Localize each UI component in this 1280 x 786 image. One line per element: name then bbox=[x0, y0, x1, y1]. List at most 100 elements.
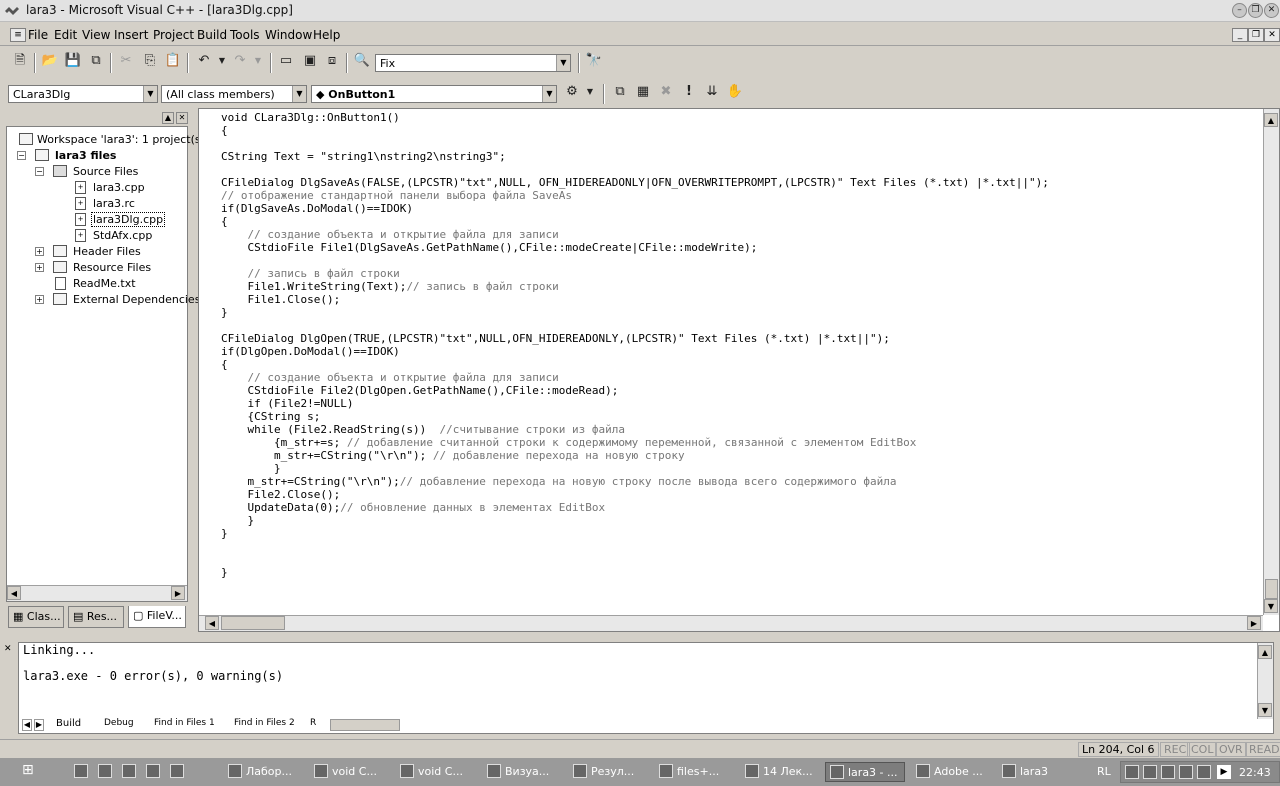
class-combo[interactable]: CLara3Dlg ▼ bbox=[8, 85, 158, 103]
play-icon[interactable]: ▶ bbox=[1217, 765, 1231, 779]
scroll-up-icon[interactable]: ▲ bbox=[1258, 645, 1272, 659]
search-icon[interactable]: 🔭 bbox=[584, 51, 604, 71]
chevron-down-icon[interactable]: ▼ bbox=[292, 86, 306, 102]
close-icon[interactable]: ✕ bbox=[1264, 3, 1279, 18]
expand-icon[interactable]: + bbox=[35, 295, 44, 304]
taskbar-item[interactable]: Лабор... bbox=[224, 762, 306, 782]
tray-icon[interactable] bbox=[1143, 765, 1157, 779]
scroll-down-icon[interactable]: ▼ bbox=[1258, 703, 1272, 717]
scroll-thumb[interactable] bbox=[221, 616, 285, 630]
tree-file[interactable]: + StdAfx.cpp bbox=[7, 228, 187, 244]
workspace-toggle-icon[interactable]: ▭ bbox=[276, 51, 296, 71]
member-combo[interactable]: ◆ OnButton1 ▼ bbox=[311, 85, 557, 103]
tray-icon[interactable] bbox=[1179, 765, 1193, 779]
language-indicator[interactable]: RL bbox=[1097, 765, 1111, 778]
quicklaunch-icon[interactable] bbox=[170, 764, 184, 778]
expand-icon[interactable]: + bbox=[35, 263, 44, 272]
tab-find-in-files-2[interactable]: Find in Files 2 bbox=[228, 718, 301, 732]
stop-build-icon[interactable]: ✖ bbox=[656, 82, 676, 102]
taskbar-item[interactable]: Adobe ... bbox=[912, 762, 994, 782]
tree-resource-files[interactable]: + Resource Files bbox=[7, 260, 187, 276]
wizard-action-icon[interactable]: ⚙ bbox=[562, 82, 582, 102]
code-editor[interactable]: void CLara3Dlg::OnButton1() { CString Te… bbox=[198, 108, 1280, 632]
menu-help[interactable]: Help bbox=[313, 28, 340, 42]
go-icon[interactable]: ⇊ bbox=[702, 82, 722, 102]
tree-file[interactable]: + lara3.cpp bbox=[7, 180, 187, 196]
taskbar-item[interactable]: lara3 bbox=[998, 762, 1080, 782]
output-close-icon[interactable]: ✕ bbox=[4, 644, 12, 654]
menu-window[interactable]: Window bbox=[265, 28, 312, 42]
menu-file[interactable]: File bbox=[28, 28, 48, 42]
redo-dropdown-icon[interactable]: ▼ bbox=[248, 51, 268, 71]
wizard-action-dropdown-icon[interactable]: ▼ bbox=[580, 82, 600, 102]
quicklaunch-icon[interactable] bbox=[122, 764, 136, 778]
menu-insert[interactable]: Insert bbox=[114, 28, 148, 42]
panel-close-icon[interactable]: ✕ bbox=[176, 112, 188, 124]
mdi-close-icon[interactable]: ✕ bbox=[1264, 28, 1280, 42]
tree-workspace[interactable]: Workspace 'lara3': 1 project(s) bbox=[7, 132, 205, 148]
compile-icon[interactable]: ⧉ bbox=[610, 82, 630, 102]
scroll-right-icon[interactable]: ▶ bbox=[171, 586, 185, 600]
menu-edit[interactable]: Edit bbox=[54, 28, 77, 42]
internet-explorer-icon[interactable] bbox=[98, 764, 112, 778]
undo-dropdown-icon[interactable]: ▼ bbox=[212, 51, 232, 71]
save-all-icon[interactable]: ⧉ bbox=[86, 51, 106, 71]
code-text[interactable]: void CLara3Dlg::OnButton1() { CString Te… bbox=[221, 111, 1261, 613]
tree-readme[interactable]: ReadMe.txt bbox=[7, 276, 187, 292]
tree-hscroll[interactable]: ◀ ▶ bbox=[7, 585, 187, 601]
taskbar-item[interactable]: void C... bbox=[396, 762, 478, 782]
tree-file[interactable]: + lara3.rc bbox=[7, 196, 187, 212]
maximize-icon[interactable]: ❐ bbox=[1248, 3, 1263, 18]
tree-external[interactable]: + External Dependencies bbox=[7, 292, 200, 308]
taskbar-item[interactable]: 14 Лек... bbox=[741, 762, 823, 782]
mdi-restore-icon[interactable]: ❐ bbox=[1248, 28, 1264, 42]
taskbar-item[interactable]: files+... bbox=[655, 762, 737, 782]
tab-build[interactable]: Build bbox=[50, 718, 88, 732]
tree-project[interactable]: − lara3 files bbox=[7, 148, 187, 164]
open-icon[interactable]: 📂 bbox=[40, 51, 60, 71]
taskbar-item-active[interactable]: lara3 - ... bbox=[825, 762, 905, 782]
menu-tools[interactable]: Tools bbox=[230, 28, 260, 42]
editor-hscroll[interactable]: ◀ ▶ bbox=[199, 615, 1263, 631]
quicklaunch-icon[interactable] bbox=[74, 764, 88, 778]
tree-header-files[interactable]: + Header Files bbox=[7, 244, 187, 260]
tab-fileview[interactable]: ▢ FileV... bbox=[128, 606, 186, 628]
tab-hscroll-thumb[interactable] bbox=[330, 719, 400, 731]
menu-project[interactable]: Project bbox=[153, 28, 194, 42]
scroll-left-icon[interactable]: ◀ bbox=[7, 586, 21, 600]
cut-icon[interactable]: ✂ bbox=[116, 51, 136, 71]
breakpoint-hand-icon[interactable]: ✋ bbox=[725, 82, 745, 102]
new-text-file-icon[interactable]: 🗎 bbox=[10, 51, 30, 71]
chevron-down-icon[interactable]: ▼ bbox=[542, 86, 556, 102]
scroll-down-icon[interactable]: ▼ bbox=[1264, 599, 1278, 613]
tab-resourceview[interactable]: ▤ Res... bbox=[68, 606, 124, 628]
panel-pin-icon[interactable]: ▲ bbox=[162, 112, 174, 124]
chevron-down-icon[interactable]: ▼ bbox=[556, 55, 570, 71]
editor-vscroll[interactable]: ▲ ▼ bbox=[1263, 109, 1279, 615]
window-list-icon[interactable]: ⧈ bbox=[322, 51, 342, 71]
output-toggle-icon[interactable]: ▣ bbox=[300, 51, 320, 71]
find-combo[interactable]: Fix ▼ bbox=[375, 54, 571, 72]
filter-combo[interactable]: (All class members) ▼ bbox=[161, 85, 307, 103]
redo-icon[interactable]: ↷ bbox=[230, 51, 250, 71]
scroll-left-icon[interactable]: ◀ bbox=[205, 616, 219, 630]
document-icon[interactable]: ≡ bbox=[10, 28, 26, 42]
taskbar-item[interactable]: void C... bbox=[310, 762, 392, 782]
chevron-down-icon[interactable]: ▼ bbox=[143, 86, 157, 102]
tab-debug[interactable]: Debug bbox=[98, 718, 140, 732]
execute-icon[interactable]: ! bbox=[679, 82, 699, 102]
scroll-thumb[interactable] bbox=[1265, 579, 1278, 599]
mdi-minimize-icon[interactable]: _ bbox=[1232, 28, 1248, 42]
save-icon[interactable]: 💾 bbox=[63, 51, 83, 71]
taskbar-item[interactable]: Визуа... bbox=[483, 762, 565, 782]
tree-file-selected[interactable]: + lara3Dlg.cpp bbox=[7, 212, 187, 228]
collapse-icon[interactable]: − bbox=[35, 167, 44, 176]
tab-find-in-files-1[interactable]: Find in Files 1 bbox=[148, 718, 221, 732]
tray-icon[interactable] bbox=[1197, 765, 1211, 779]
menu-build[interactable]: Build bbox=[197, 28, 227, 42]
output-vscroll[interactable]: ▲ ▼ bbox=[1257, 643, 1273, 719]
start-windows-icon[interactable]: ⊞ bbox=[22, 762, 44, 782]
paste-icon[interactable]: 📋 bbox=[163, 51, 183, 71]
expand-icon[interactable]: + bbox=[35, 247, 44, 256]
tree-source-files[interactable]: − Source Files bbox=[7, 164, 187, 180]
